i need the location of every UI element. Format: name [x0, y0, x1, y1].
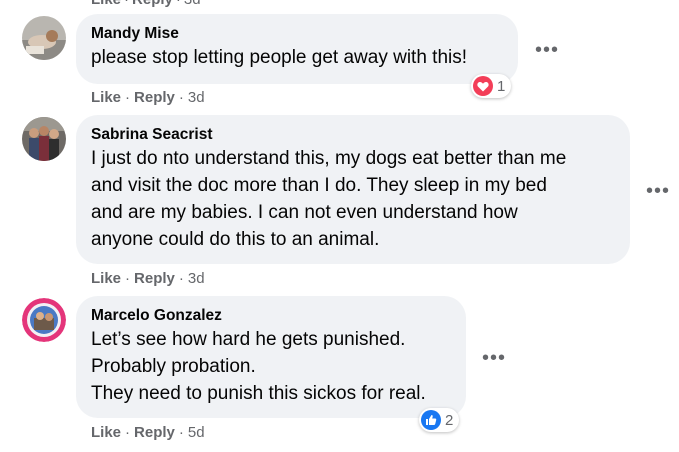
- like-link[interactable]: Like: [91, 89, 121, 106]
- comment-author[interactable]: Sabrina Seacrist: [91, 125, 615, 145]
- previous-comment-actions: Like·Reply·3d: [91, 0, 201, 8]
- separator-dot: ·: [125, 89, 131, 106]
- separator-dot: ·: [124, 0, 129, 8]
- timestamp[interactable]: 5d: [188, 424, 205, 441]
- comment-text-line: I just do nto understand this, my dogs e…: [91, 148, 567, 169]
- timestamp[interactable]: 3d: [188, 89, 205, 106]
- comment-bubble: Marcelo Gonzalez Let’s see how hard he g…: [76, 296, 466, 418]
- like-link[interactable]: Like: [91, 0, 121, 8]
- reply-link[interactable]: Reply: [134, 89, 175, 106]
- reaction-count: 2: [445, 411, 454, 429]
- avatar[interactable]: [22, 117, 66, 161]
- avatar[interactable]: [22, 16, 66, 60]
- comment-bubble: Sabrina Seacrist I just do nto understan…: [76, 115, 630, 264]
- reaction-summary[interactable]: 1: [471, 74, 512, 98]
- comment-text-line: They need to punish this sickos for real…: [91, 383, 426, 404]
- more-options-icon[interactable]: •••: [646, 181, 670, 201]
- reply-link[interactable]: Reply: [134, 270, 175, 287]
- separator-dot: ·: [178, 424, 184, 441]
- separator-dot: ·: [178, 270, 184, 287]
- comment-author[interactable]: Marcelo Gonzalez: [91, 306, 451, 326]
- like-link[interactable]: Like: [91, 424, 121, 441]
- like-icon: [421, 410, 441, 430]
- timestamp[interactable]: 3d: [184, 0, 201, 8]
- avatar[interactable]: [22, 298, 66, 342]
- timestamp[interactable]: 3d: [188, 270, 205, 287]
- separator-dot: ·: [176, 0, 181, 8]
- love-icon: [473, 76, 493, 96]
- reaction-summary[interactable]: 2: [419, 408, 460, 432]
- comment-author[interactable]: Mandy Mise: [91, 24, 503, 44]
- comment-text: please stop letting people get away with…: [91, 47, 468, 68]
- comment-text-line: Probably probation.: [91, 356, 256, 377]
- comment-text-line: and are my babies. I can not even unders…: [91, 202, 518, 223]
- reply-link[interactable]: Reply: [134, 424, 175, 441]
- comment-text-line: and visit the doc more than I do. They s…: [91, 175, 547, 196]
- comment-text-line: anyone could do this to an animal.: [91, 229, 380, 250]
- comment-actions: Like · Reply · 3d: [91, 89, 205, 106]
- reply-link[interactable]: Reply: [132, 0, 173, 8]
- separator-dot: ·: [125, 270, 131, 287]
- comment-text-line: Let’s see how hard he gets punished.: [91, 329, 406, 350]
- like-link[interactable]: Like: [91, 270, 121, 287]
- comment-actions: Like · Reply · 5d: [91, 424, 205, 441]
- reaction-count: 1: [497, 77, 506, 95]
- more-options-icon[interactable]: •••: [482, 348, 506, 368]
- separator-dot: ·: [125, 424, 131, 441]
- separator-dot: ·: [178, 89, 184, 106]
- more-options-icon[interactable]: •••: [535, 40, 559, 60]
- comment-bubble: Mandy Mise please stop letting people ge…: [76, 14, 518, 84]
- comment-actions: Like · Reply · 3d: [91, 270, 205, 287]
